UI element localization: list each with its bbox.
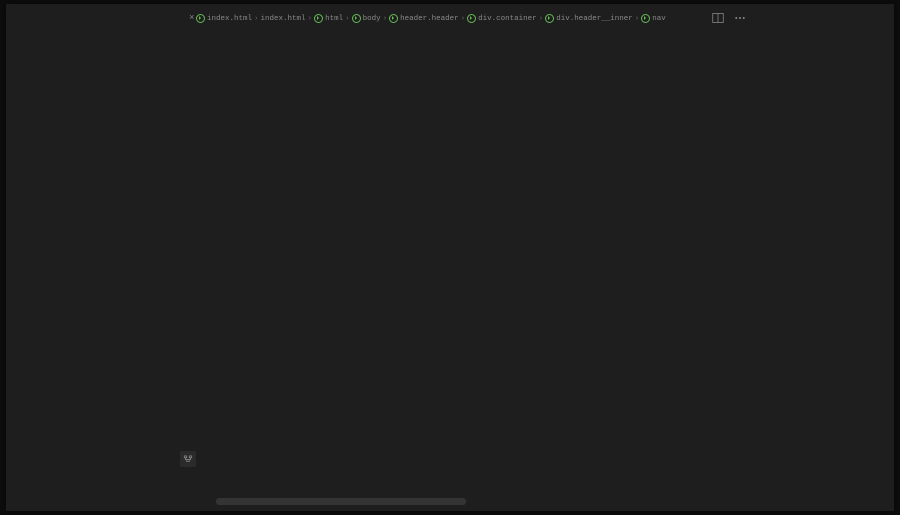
sync-icon xyxy=(352,14,361,23)
sync-icon xyxy=(545,14,554,23)
close-icon[interactable]: × xyxy=(189,13,194,23)
breadcrumb-path-2[interactable]: body xyxy=(352,14,381,23)
sync-icon xyxy=(389,14,398,23)
code-editor[interactable] xyxy=(198,26,738,511)
breadcrumb-path-5[interactable]: div.header__inner xyxy=(545,14,633,23)
breadcrumb-file[interactable]: index.html xyxy=(196,14,252,23)
sync-icon xyxy=(314,14,323,23)
breadcrumb-path-3[interactable]: header.header xyxy=(389,14,459,23)
more-icon[interactable] xyxy=(734,12,746,24)
breadcrumb-path-1[interactable]: html xyxy=(314,14,343,23)
minimap[interactable] xyxy=(698,26,750,506)
breadcrumb-path-4[interactable]: div.container xyxy=(467,14,537,23)
sync-icon xyxy=(641,14,650,23)
breadcrumb-path-6[interactable]: nav xyxy=(641,14,666,23)
gutter xyxy=(182,26,196,506)
split-editor-icon[interactable] xyxy=(712,12,724,24)
breadcrumb-path-0[interactable]: index.html xyxy=(261,15,306,23)
horizontal-scrollbar[interactable] xyxy=(216,498,466,505)
breadcrumb[interactable]: index.html › index.html › html › body › … xyxy=(196,14,666,23)
sync-icon xyxy=(467,14,476,23)
sync-icon xyxy=(196,14,205,23)
outline-icon[interactable] xyxy=(180,451,196,467)
